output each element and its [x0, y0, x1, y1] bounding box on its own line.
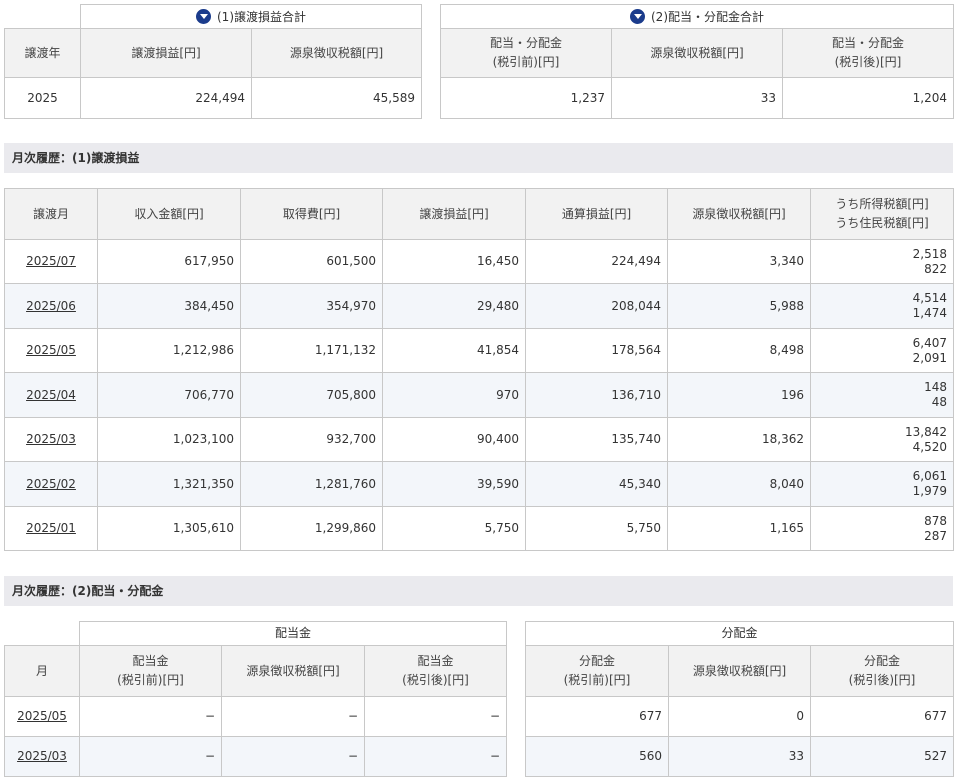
summary-transfer-pl: 224,494	[80, 77, 252, 119]
table-row: 2025/06 384,450 354,970 29,480 208,044 5…	[4, 283, 954, 329]
header-year: 譲渡年	[4, 28, 81, 78]
table-row: 2025/01 1,305,610 1,299,860 5,750 5,750 …	[4, 506, 954, 551]
header-div-after: 配当金 (税引後)[円]	[363, 645, 508, 697]
month-link[interactable]: 2025/03	[17, 749, 67, 763]
month-link[interactable]: 2025/07	[26, 254, 76, 268]
month-link[interactable]: 2025/06	[26, 299, 76, 313]
dividend-group-header: 配当金	[78, 621, 508, 646]
header-cumulative: 通算損益[円]	[525, 188, 668, 240]
table-row: 677 0 677	[525, 696, 955, 737]
month-link[interactable]: 2025/05	[26, 343, 76, 357]
dividend-summary-table: (2)配当・分配金合計 配当・分配金 (税引前)[円] 源泉徴収税額[円] 配当・…	[440, 4, 954, 119]
table-row: 2025/05 − − −	[4, 696, 508, 737]
summary-div-before: 1,237	[440, 77, 612, 119]
table-row: 2025/03 1,023,100 932,700 90,400 135,740…	[4, 417, 954, 462]
distribution-group-header: 分配金	[524, 621, 955, 646]
monthly-distribution-table: 分配金 分配金 (税引前)[円] 源泉徴収税額[円] 分配金 (税引後)[円] 67…	[524, 621, 955, 777]
header-div-withholding: 源泉徴収税額[円]	[221, 645, 365, 697]
header-income: 収入金額[円]	[97, 188, 241, 240]
table-row: 2025/05 1,212,986 1,171,132 41,854 178,5…	[4, 328, 954, 373]
table-row: 2025/03 − − −	[4, 736, 508, 777]
header-withholding: 源泉徴収税額[円]	[667, 188, 811, 240]
header-cost: 取得費[円]	[240, 188, 383, 240]
month-link[interactable]: 2025/01	[26, 521, 76, 535]
monthly-dividend-table: 配当金 月 配当金 (税引前)[円] 源泉徴収税額[円] 配当金 (税引後)[円] …	[4, 621, 508, 777]
table-row: 2025/02 1,321,350 1,281,760 39,590 45,34…	[4, 461, 954, 507]
monthly-transfer-table: 譲渡月 収入金額[円] 取得費[円] 譲渡損益[円] 通算損益[円] 源泉徴収税…	[4, 188, 954, 551]
transfer-summary-table: (1)譲渡損益合計 譲渡年 譲渡損益[円] 源泉徴収税額[円] 2025 224…	[4, 4, 422, 119]
month-link[interactable]: 2025/02	[26, 477, 76, 491]
header-pl: 譲渡損益[円]	[382, 188, 526, 240]
table-row: 2025/04 706,770 705,800 970 136,710 196 …	[4, 372, 954, 418]
header-month: 譲渡月	[4, 188, 98, 240]
month-link[interactable]: 2025/05	[17, 709, 67, 723]
header-dist-before: 分配金 (税引前)[円]	[525, 645, 669, 697]
month-link[interactable]: 2025/03	[26, 432, 76, 446]
header-tax-breakdown: うち所得税額[円] うち住民税額[円]	[810, 188, 954, 240]
header-dist-after: 分配金 (税引後)[円]	[809, 645, 955, 697]
header-div-withholding: 源泉徴収税額[円]	[611, 28, 783, 78]
summary-div-withholding: 33	[611, 77, 783, 119]
table-row: 2025/07 617,950 601,500 16,450 224,494 3…	[4, 239, 954, 284]
month-link[interactable]: 2025/04	[26, 388, 76, 402]
transfer-summary-title[interactable]: (1)譲渡損益合計	[80, 4, 422, 29]
header-div-before: 配当金 (税引前)[円]	[79, 645, 222, 697]
header-dist-withholding: 源泉徴収税額[円]	[668, 645, 811, 697]
monthly-transfer-title: 月次履歴：(1)譲渡損益	[4, 143, 953, 173]
summary-withholding: 45,589	[251, 77, 422, 119]
header-transfer-pl: 譲渡損益[円]	[80, 28, 252, 78]
header-div-before: 配当・分配金 (税引前)[円]	[440, 28, 612, 78]
table-row: 560 33 527	[525, 736, 955, 777]
chevron-down-icon[interactable]	[630, 8, 645, 24]
summary-year: 2025	[4, 77, 81, 119]
header-div-after: 配当・分配金 (税引後)[円]	[782, 28, 954, 78]
monthly-dividend-title: 月次履歴：(2)配当・分配金	[4, 576, 953, 606]
summary-div-after: 1,204	[782, 77, 954, 119]
dividend-summary-title[interactable]: (2)配当・分配金合計	[440, 4, 954, 29]
header-month: 月	[4, 645, 80, 697]
header-withholding: 源泉徴収税額[円]	[251, 28, 422, 78]
chevron-down-icon[interactable]	[196, 8, 211, 24]
